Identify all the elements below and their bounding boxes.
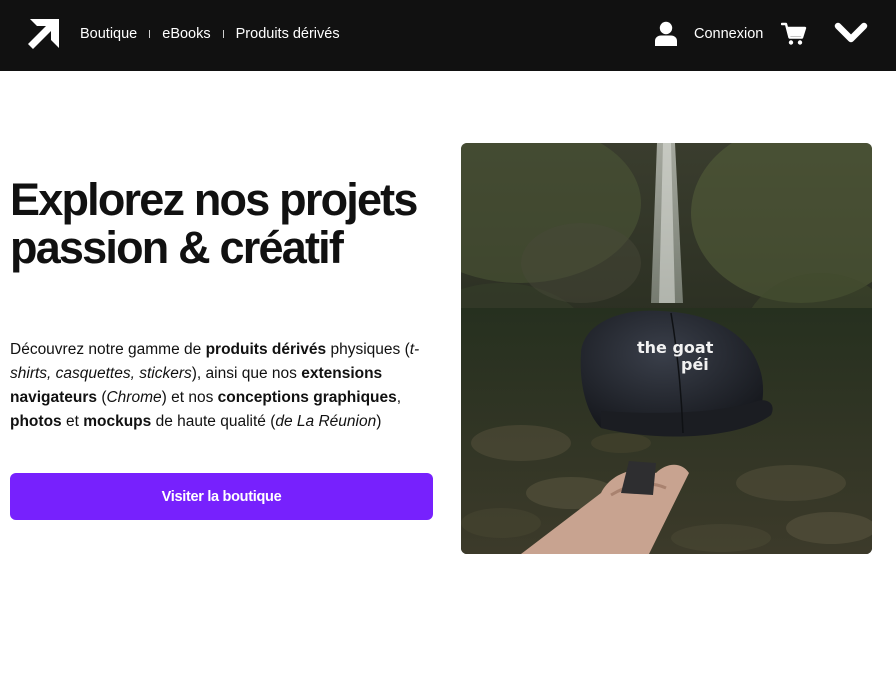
- user-icon[interactable]: [654, 21, 678, 47]
- nav-link-ebooks[interactable]: eBooks: [162, 26, 210, 42]
- hero-description: Découvrez notre gamme de produits dérivé…: [10, 338, 435, 434]
- visit-shop-button[interactable]: Visiter la boutique: [10, 473, 433, 520]
- hero-title: Explorez nos projets passion & créatif: [10, 174, 418, 273]
- hero-description-run: photos: [10, 413, 62, 430]
- logo-link[interactable]: [25, 17, 61, 53]
- hero-description-run: ): [376, 413, 382, 430]
- hero-description-run: de haute qualité (: [151, 413, 276, 430]
- site-header: Boutique eBooks Produits dérivés Connexi…: [0, 0, 896, 71]
- hero-description-run: ,: [396, 389, 402, 406]
- hero-description-run: produits dérivés: [205, 341, 327, 358]
- hero-description-run: Chrome: [106, 389, 162, 406]
- hero-description-run: de La Réunion: [275, 413, 377, 430]
- hero-description-run: et: [61, 413, 84, 430]
- nav-link-produits-derives[interactable]: Produits dérivés: [236, 26, 340, 42]
- cap-waterfall-photo: the goat péi: [461, 143, 872, 554]
- chevron-down-icon[interactable]: [834, 20, 868, 46]
- hero-description-run: mockups: [83, 413, 152, 430]
- arrow-up-right-icon: [28, 19, 59, 49]
- hero-description-run: ), ainsi que nos: [191, 365, 302, 382]
- cap-print-line2: péi: [681, 355, 709, 374]
- nav-separator: [149, 30, 151, 38]
- main-nav: Boutique eBooks Produits dérivés: [80, 0, 340, 68]
- nav-separator: [222, 30, 224, 38]
- hero-description-run: physiques (: [326, 341, 410, 358]
- hero-description-run: conceptions graphiques: [217, 389, 397, 406]
- hero-photo: the goat péi: [461, 143, 872, 554]
- nav-link-boutique[interactable]: Boutique: [80, 26, 137, 42]
- hero-description-run: ) et nos: [161, 389, 218, 406]
- hero-description-run: Découvrez notre gamme de: [10, 341, 206, 358]
- cart-icon[interactable]: [780, 21, 807, 47]
- login-link[interactable]: Connexion: [694, 0, 763, 68]
